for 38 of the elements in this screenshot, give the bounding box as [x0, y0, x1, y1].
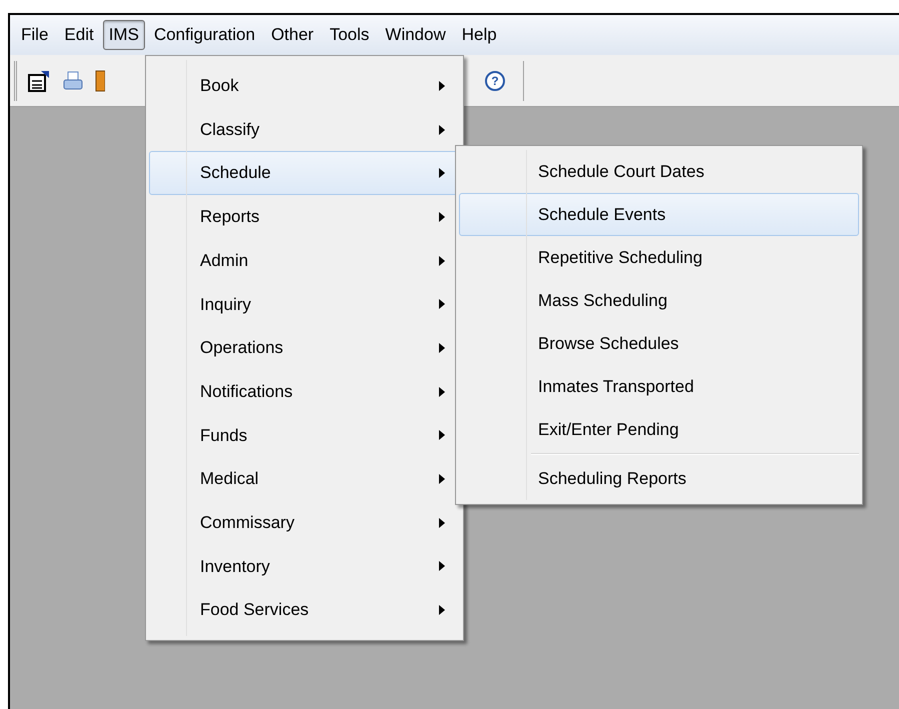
- submenu-item[interactable]: Schedule Court Dates: [459, 150, 859, 193]
- help-button[interactable]: ?: [485, 70, 505, 90]
- submenu-item[interactable]: Repetitive Scheduling: [459, 236, 859, 279]
- submenu-arrow-icon: [439, 430, 445, 440]
- submenu-arrow-icon: [439, 168, 445, 178]
- menu-bar-item[interactable]: Edit: [57, 19, 101, 51]
- menu-bar-item[interactable]: Configuration: [146, 19, 262, 51]
- submenu-arrow-icon: [439, 299, 445, 310]
- menu-item[interactable]: Inventory: [149, 544, 460, 588]
- submenu-arrow-icon: [439, 605, 445, 616]
- submenu-item[interactable]: Scheduling Reports: [459, 457, 859, 500]
- submenu-arrow-icon: [439, 256, 445, 266]
- menu-item[interactable]: Commissary: [149, 500, 460, 545]
- form-icon[interactable]: [27, 68, 51, 92]
- submenu-arrow-icon: [439, 124, 445, 135]
- submenu-arrow-icon: [439, 212, 445, 222]
- menu-bar-item[interactable]: Window: [378, 19, 453, 51]
- submenu-item[interactable]: Browse Schedules: [459, 322, 859, 365]
- submenu-arrow-icon: [439, 386, 445, 397]
- menu-bar-item[interactable]: Tools: [322, 19, 376, 51]
- submenu-arrow-icon: [439, 474, 445, 484]
- submenu-item[interactable]: Inmates Transported: [459, 365, 859, 408]
- submenu-arrow-icon: [439, 518, 445, 528]
- submenu-arrow-icon: [439, 342, 445, 353]
- menu-bar-item[interactable]: File: [14, 19, 56, 51]
- submenu-arrow-icon: [439, 561, 445, 572]
- submenu-item[interactable]: Exit/Enter Pending: [459, 408, 859, 451]
- submenu-arrow-icon: [439, 80, 445, 91]
- door-icon[interactable]: [95, 68, 105, 92]
- menu-item[interactable]: Classify: [149, 108, 460, 152]
- submenu-item[interactable]: Mass Scheduling: [459, 279, 859, 322]
- menu-bar-item[interactable]: Other: [264, 19, 321, 51]
- menu-item[interactable]: Food Services: [149, 588, 460, 632]
- printer-icon[interactable]: [61, 68, 85, 92]
- menu-bar-item[interactable]: Help: [454, 19, 504, 51]
- menu-bar-item[interactable]: IMS: [102, 20, 145, 50]
- menu-item[interactable]: Book: [149, 64, 460, 108]
- submenu-item[interactable]: Schedule Events: [459, 193, 859, 236]
